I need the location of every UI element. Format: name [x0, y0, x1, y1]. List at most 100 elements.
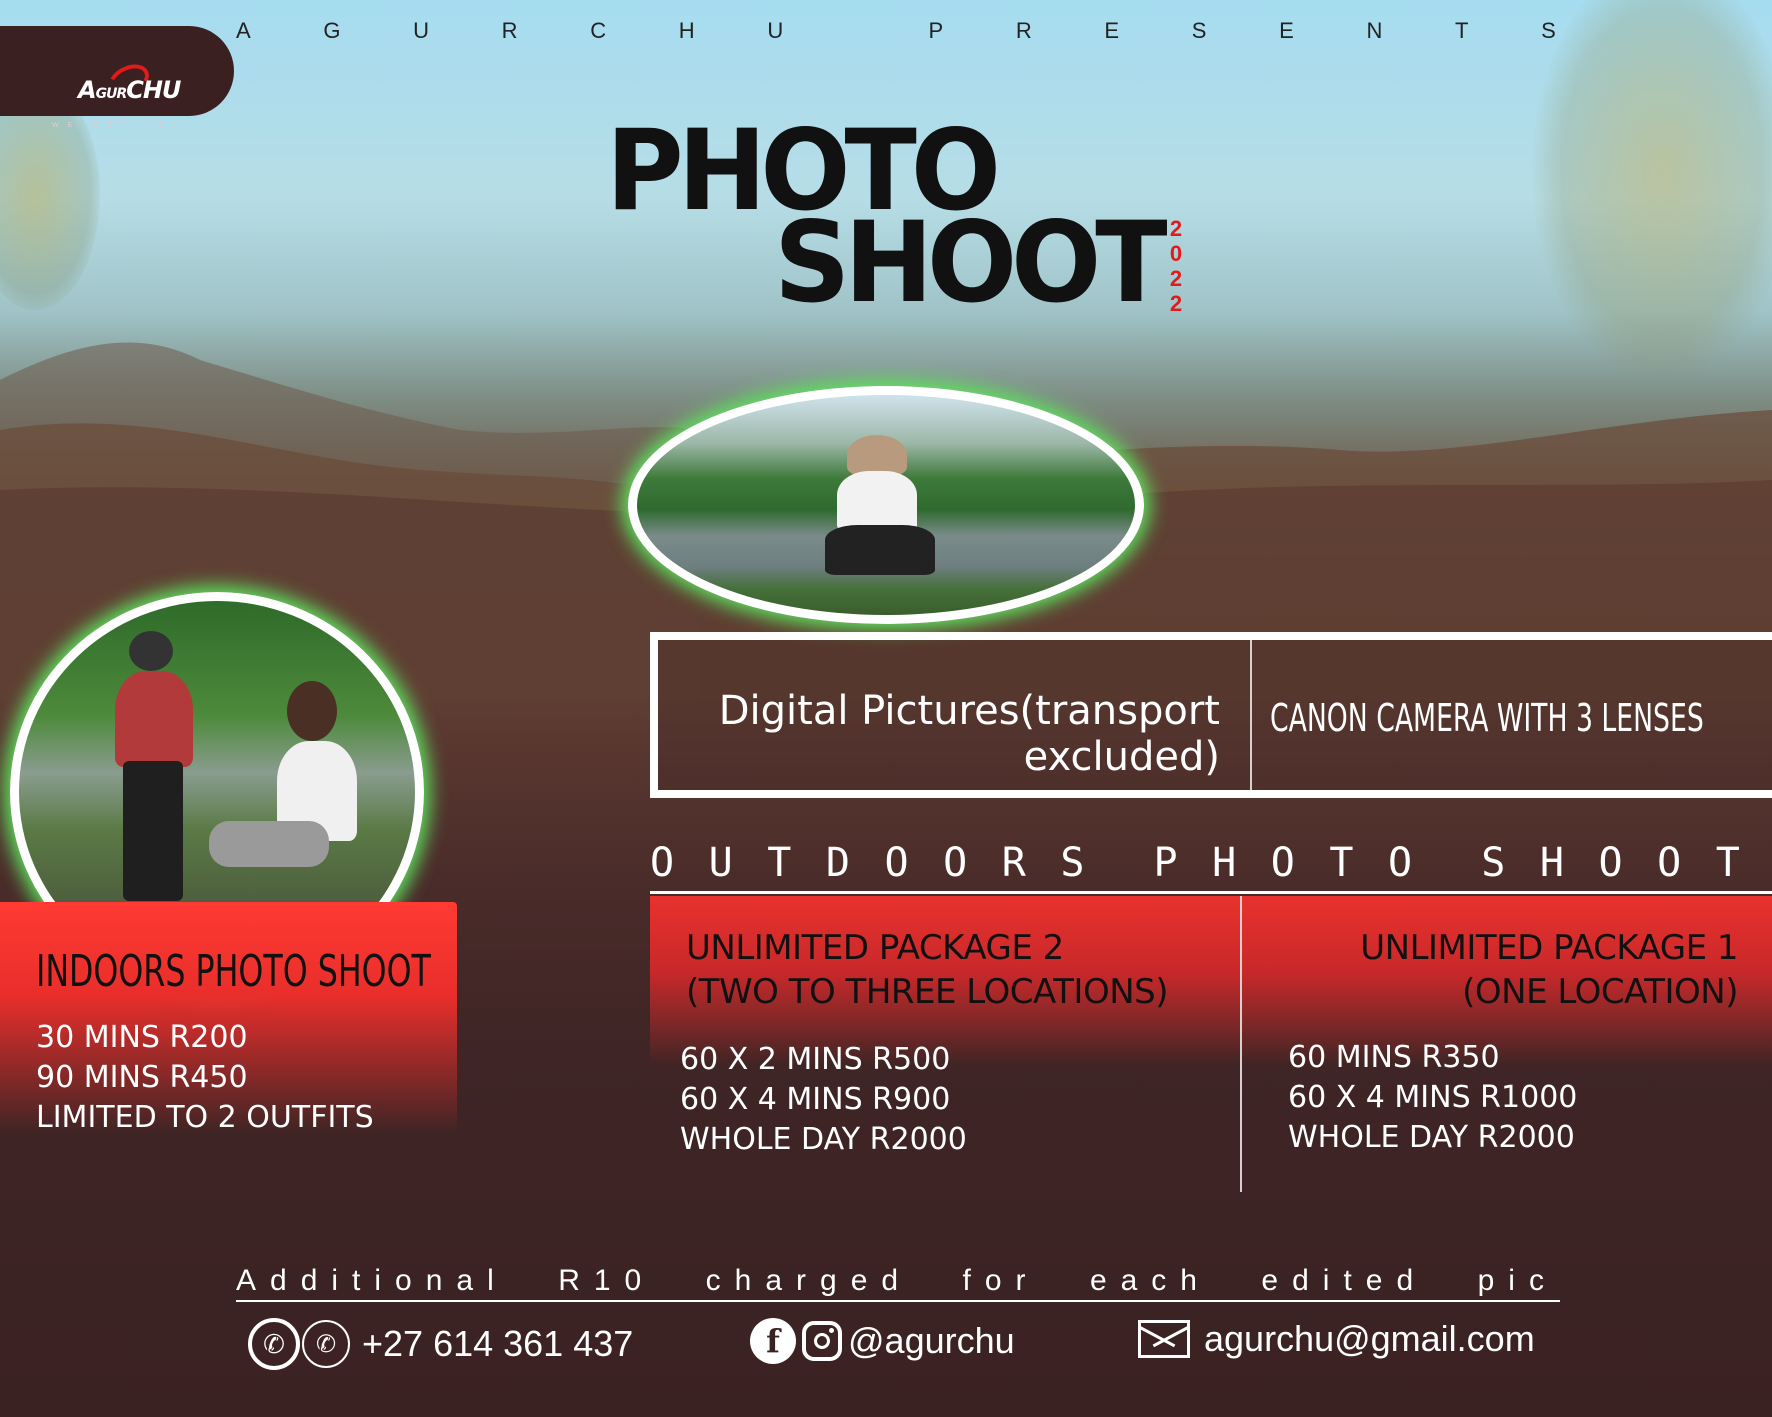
- outdoor-photo: [628, 386, 1144, 624]
- photo-subject: [847, 435, 907, 475]
- heading-underline: [650, 891, 1772, 894]
- heading-letter: S: [1060, 840, 1085, 886]
- note-word: each: [1089, 1264, 1211, 1297]
- logo-badge: AGURCHU WE GOT YOU: [0, 26, 234, 129]
- price-item: 90 MINS R450: [36, 1060, 248, 1095]
- photo-subject: [123, 761, 183, 901]
- additional-charge-note: Additional R10 charged for each edited p…: [236, 1264, 1558, 1298]
- note-word: for: [962, 1264, 1040, 1297]
- price-item: 60 X 4 MINS R1000: [1288, 1080, 1578, 1115]
- heading-letter: O: [650, 840, 675, 886]
- heading-letter: O: [884, 840, 909, 886]
- heading-letter: U: [708, 840, 733, 886]
- year-digit: 2: [1169, 266, 1183, 291]
- package-title-line: UNLIMITED PACKAGE 2: [686, 928, 1064, 968]
- price-item: 30 MINS R200: [36, 1020, 248, 1055]
- phone-icon: ✆: [302, 1320, 350, 1368]
- package-2-title: UNLIMITED PACKAGE 2 (TWO TO THREE LOCATI…: [686, 926, 1168, 1014]
- price-item: 60 X 2 MINS R500: [680, 1042, 951, 1077]
- logo-letter: A: [78, 76, 97, 104]
- package-title-line: UNLIMITED PACKAGE 1: [1360, 928, 1738, 968]
- presents-heading: A G U R C H U P R E S E N T S: [236, 18, 1556, 44]
- presents-letter: G: [323, 18, 341, 43]
- photo-subject: [287, 681, 337, 741]
- heading-letter: H: [1539, 840, 1564, 886]
- heading-letter: T: [1715, 840, 1740, 886]
- year-digit: 0: [1169, 241, 1183, 266]
- presents-letter: A: [236, 18, 251, 43]
- price-item: 60 MINS R350: [1288, 1040, 1500, 1075]
- presents-letter: H: [678, 18, 695, 43]
- presents-letter: S: [1541, 18, 1556, 43]
- price-item: LIMITED TO 2 OUTFITS: [36, 1100, 374, 1135]
- photo-subject: [837, 471, 917, 531]
- package-1-prices: 60 MINS R350 60 X 4 MINS R1000 WHOLE DAY…: [1288, 1038, 1577, 1158]
- package-title-line: (ONE LOCATION): [1462, 972, 1738, 1012]
- heading-letter: T: [767, 840, 792, 886]
- whatsapp-icon: ✆: [248, 1318, 300, 1370]
- heading-letter: R: [1001, 840, 1026, 886]
- year-digit: 2: [1169, 216, 1183, 241]
- facebook-icon: f: [750, 1318, 796, 1364]
- heading-letter: O: [1657, 840, 1682, 886]
- photo-subject: [129, 631, 173, 671]
- heading-letter: S: [1481, 840, 1506, 886]
- year-digit: 2: [1169, 291, 1183, 316]
- presents-letter: S: [1191, 18, 1207, 43]
- presents-letter: E: [1104, 18, 1120, 43]
- heading-letter: H: [1212, 840, 1237, 886]
- title-line-shoot: SHOOT: [774, 197, 1168, 328]
- camera-note: CANON CAMERA WITH 3 LENSES: [1270, 696, 1704, 740]
- heading-letter: O: [1270, 840, 1295, 886]
- indoor-prices: 30 MINS R200 90 MINS R450 LIMITED TO 2 O…: [36, 1018, 374, 1138]
- heading-letter: O: [943, 840, 968, 886]
- email-address: agurchu@gmail.com: [1204, 1318, 1535, 1359]
- logo-tagline: WE GOT YOU: [52, 122, 188, 129]
- presents-letter: E: [1279, 18, 1294, 43]
- photo-subject: [115, 671, 193, 767]
- logo-letters: GUR: [95, 86, 128, 102]
- phone-number: +27 614 361 437: [362, 1323, 634, 1364]
- outdoors-heading: O U T D O O R S P H O T O S H O O T: [650, 840, 1740, 886]
- logo-letters: CHU: [126, 76, 181, 104]
- divider: [1240, 896, 1242, 1192]
- presents-letter: P: [928, 18, 944, 43]
- presents-letter: U: [767, 18, 784, 43]
- social-contact[interactable]: f @agurchu: [750, 1318, 1015, 1364]
- presents-letter: N: [1366, 18, 1383, 43]
- note-word: R10: [558, 1264, 656, 1297]
- instagram-icon: [802, 1321, 842, 1361]
- email-contact[interactable]: agurchu@gmail.com: [1138, 1318, 1535, 1360]
- logo-wordmark: AGURCHU: [78, 76, 181, 104]
- presents-letter: R: [1015, 18, 1032, 43]
- title-year: 2 0 2 2: [1166, 216, 1186, 316]
- price-item: WHOLE DAY R2000: [680, 1122, 967, 1157]
- photo-subject: [825, 525, 935, 575]
- presents-letter: R: [501, 18, 518, 43]
- price-item: WHOLE DAY R2000: [1288, 1120, 1575, 1155]
- divider: [1250, 640, 1252, 790]
- digital-pictures-note: Digital Pictures(transport excluded): [718, 688, 1220, 780]
- heading-letter: O: [1598, 840, 1623, 886]
- heading-letter: O: [1388, 840, 1413, 886]
- indoor-title: INDOORS PHOTO SHOOT: [36, 946, 431, 997]
- heading-letter: D: [825, 840, 850, 886]
- social-handle: @agurchu: [848, 1320, 1015, 1361]
- package-title-line: (TWO TO THREE LOCATIONS): [686, 972, 1168, 1012]
- phone-contact[interactable]: ✆ ✆ +27 614 361 437: [248, 1318, 633, 1370]
- presents-letter: C: [590, 18, 607, 43]
- note-word: edited: [1261, 1264, 1428, 1297]
- presents-letter: U: [413, 18, 430, 43]
- note-word: pic: [1477, 1264, 1558, 1297]
- photo-subject: [209, 821, 329, 867]
- package-1-title: UNLIMITED PACKAGE 1 (ONE LOCATION): [1360, 926, 1738, 1014]
- note-word: charged: [705, 1264, 913, 1297]
- heading-letter: P: [1153, 840, 1178, 886]
- mail-icon: [1138, 1320, 1190, 1358]
- note-word: Additional: [236, 1264, 508, 1297]
- presents-letter: T: [1454, 18, 1469, 43]
- note-underline: [236, 1300, 1560, 1302]
- package-2-prices: 60 X 2 MINS R500 60 X 4 MINS R900 WHOLE …: [680, 1040, 967, 1160]
- heading-letter: T: [1329, 840, 1354, 886]
- price-item: 60 X 4 MINS R900: [680, 1082, 951, 1117]
